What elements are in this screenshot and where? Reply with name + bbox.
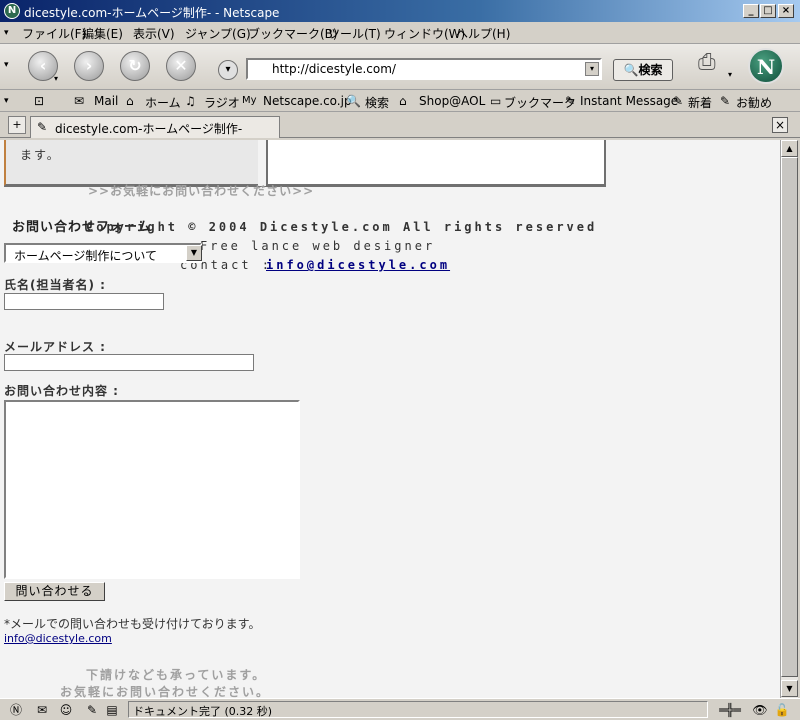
menu-help[interactable]: ヘルプ(H) — [456, 25, 510, 42]
tab-dicestyle[interactable]: ✎ dicestyle.com-ホームページ制作- — [30, 116, 280, 138]
inquiry-type-value: ホームページ制作について — [14, 249, 158, 263]
new-tab-icon[interactable]: + — [8, 116, 26, 134]
reload-icon[interactable]: ↻ — [120, 51, 150, 81]
bookmark-folder-icon: ▭ — [490, 94, 502, 108]
pt-recommend[interactable]: お勧め — [736, 94, 772, 111]
netscape-logo[interactable]: N — [748, 48, 784, 84]
privacy-icon[interactable]: 👁 — [752, 702, 768, 718]
bookmark-icon: ✎ — [565, 94, 576, 108]
close-tab-icon[interactable]: × — [772, 117, 788, 133]
title-bar: N dicestyle.com-ホームページ制作- - Netscape _ □… — [0, 0, 800, 22]
inquiry-textarea[interactable] — [4, 400, 300, 579]
contact-banner[interactable]: >>お気軽にお問い合わせください>> — [88, 182, 314, 199]
minimize-button[interactable]: _ — [743, 4, 759, 18]
search-button[interactable]: 🔍検索 — [613, 59, 673, 81]
search-icon: 🔍 — [623, 63, 639, 77]
menu-bar: ▾ ファイル(F) 編集(E) 表示(V) ジャンプ(G) ブックマーク(B) … — [0, 22, 800, 44]
maximize-button[interactable]: □ — [760, 4, 776, 18]
lock-icon: 🔓 — [774, 703, 790, 717]
pt-radio[interactable]: ラジオ — [204, 94, 240, 111]
menu-grip-icon: ▾ — [4, 28, 9, 38]
scroll-down-icon[interactable]: ▼ — [781, 680, 798, 697]
print-icon[interactable]: ⎙ — [698, 50, 730, 80]
inquiry-type-select[interactable]: ホームページ制作について ▼ — [4, 243, 202, 263]
my-icon: My — [242, 95, 257, 106]
aim-icon[interactable]: ☺ — [58, 702, 74, 718]
menu-bookmarks[interactable]: ブックマーク(B) — [248, 25, 338, 42]
menu-tools[interactable]: ツール(T) — [328, 25, 381, 42]
pt-home[interactable]: ホーム — [145, 94, 181, 111]
pt-netscape[interactable]: Netscape.co.jp — [263, 94, 352, 108]
email-label: メールアドレス : — [4, 340, 106, 354]
print-dropdown-icon[interactable]: ▾ — [728, 70, 732, 79]
home-icon: ⌂ — [126, 94, 134, 108]
mail-icon[interactable]: ✉ — [34, 702, 50, 718]
bookmark-icon: ✎ — [37, 120, 48, 134]
address-book-icon[interactable]: ▤ — [104, 702, 120, 718]
bookmark-icon: ✎ — [720, 94, 731, 108]
name-label: 氏名(担当者名) : — [4, 278, 106, 292]
personal-toolbar: ▾ ⊡ ✉ Mail ⌂ ホーム ♫ ラジオ My Netscape.co.jp… — [0, 90, 800, 112]
tab-label: dicestyle.com-ホームページ制作- — [55, 122, 243, 136]
top-text: ます。 — [20, 148, 61, 162]
toolbar-grip-icon: ▾ — [4, 60, 9, 70]
pt-new[interactable]: 新着 — [688, 94, 712, 111]
pt-mail[interactable]: Mail — [94, 94, 118, 108]
close-window-button[interactable]: × — [778, 4, 794, 18]
scroll-up-icon[interactable]: ▲ — [781, 140, 798, 157]
name-field[interactable] — [4, 293, 164, 310]
mail-link[interactable]: info@dicestyle.com — [4, 632, 112, 645]
subcontract-line2: お気軽にお問い合わせください。 — [60, 685, 271, 698]
netscape-app-icon: N — [4, 3, 20, 19]
menu-edit[interactable]: 編集(E) — [82, 25, 123, 42]
inquiry-label: お問い合わせ内容 : — [4, 384, 119, 398]
chevron-down-icon[interactable]: ▼ — [186, 245, 202, 261]
pt-instant-message[interactable]: Instant Message — [580, 94, 678, 108]
bookmark-icon: ✎ — [673, 94, 684, 108]
home-tab-icon[interactable]: ⊡ — [34, 94, 44, 108]
menu-view[interactable]: 表示(V) — [133, 25, 175, 42]
back-dropdown-icon[interactable]: ▾ — [54, 74, 58, 83]
connection-icon: ═╬═ — [719, 703, 741, 717]
netscape-status-icon[interactable]: Ⓝ — [8, 702, 24, 718]
email-field[interactable] — [4, 354, 254, 371]
status-text: ドキュメント完了 (0.32 秒) — [128, 701, 708, 718]
mail-note: *メールでの問い合わせも受け付けております。 — [4, 617, 261, 631]
composer-icon[interactable]: ✎ — [84, 702, 100, 718]
stop-icon[interactable]: ✕ — [166, 51, 196, 81]
menu-window[interactable]: ウィンドウ(W) — [384, 25, 465, 42]
contact-email-link[interactable]: info@dicestyle.com — [266, 258, 450, 272]
url-dropdown-icon[interactable]: ▾ — [585, 62, 599, 76]
status-bar: Ⓝ ✉ ☺ ✎ ▤ ドキュメント完了 (0.32 秒) ═╬═ 👁 🔓 — [0, 698, 800, 720]
copyright-text: Copyright © 2004 Dicestyle.com All right… — [86, 220, 598, 234]
menu-go[interactable]: ジャンプ(G) — [185, 25, 251, 42]
info-box-right — [266, 140, 606, 186]
aol-icon: ⌂ — [399, 94, 407, 108]
search-icon: 🔍 — [346, 94, 361, 108]
pt-search[interactable]: 検索 — [365, 94, 389, 111]
scroll-thumb[interactable] — [781, 157, 798, 677]
designer-text: Free lance web designer — [200, 239, 436, 253]
menu-file[interactable]: ファイル(F) — [22, 25, 86, 42]
page-content: ます。 >>お気軽にお問い合わせください>> お問い合わせフォーム Copyri… — [0, 140, 780, 698]
personal-toolbar-grip-icon: ▾ — [4, 96, 9, 106]
pt-shop-aol[interactable]: Shop@AOL — [419, 94, 485, 108]
radio-icon: ♫ — [185, 94, 196, 108]
subcontract-line1: 下請けなども承っています。 — [86, 668, 267, 682]
forward-icon[interactable]: › — [74, 51, 104, 81]
url-history-dropdown-icon[interactable]: ▾ — [218, 60, 238, 80]
submit-button[interactable]: 問い合わせる — [4, 582, 105, 601]
vertical-scrollbar[interactable]: ▲ ▼ — [780, 140, 798, 698]
window-title: dicestyle.com-ホームページ制作- - Netscape — [24, 6, 280, 20]
mail-icon: ✉ — [74, 94, 85, 108]
url-input[interactable]: http://dicestyle.com/ — [246, 58, 602, 80]
search-button-label: 検索 — [638, 63, 663, 77]
